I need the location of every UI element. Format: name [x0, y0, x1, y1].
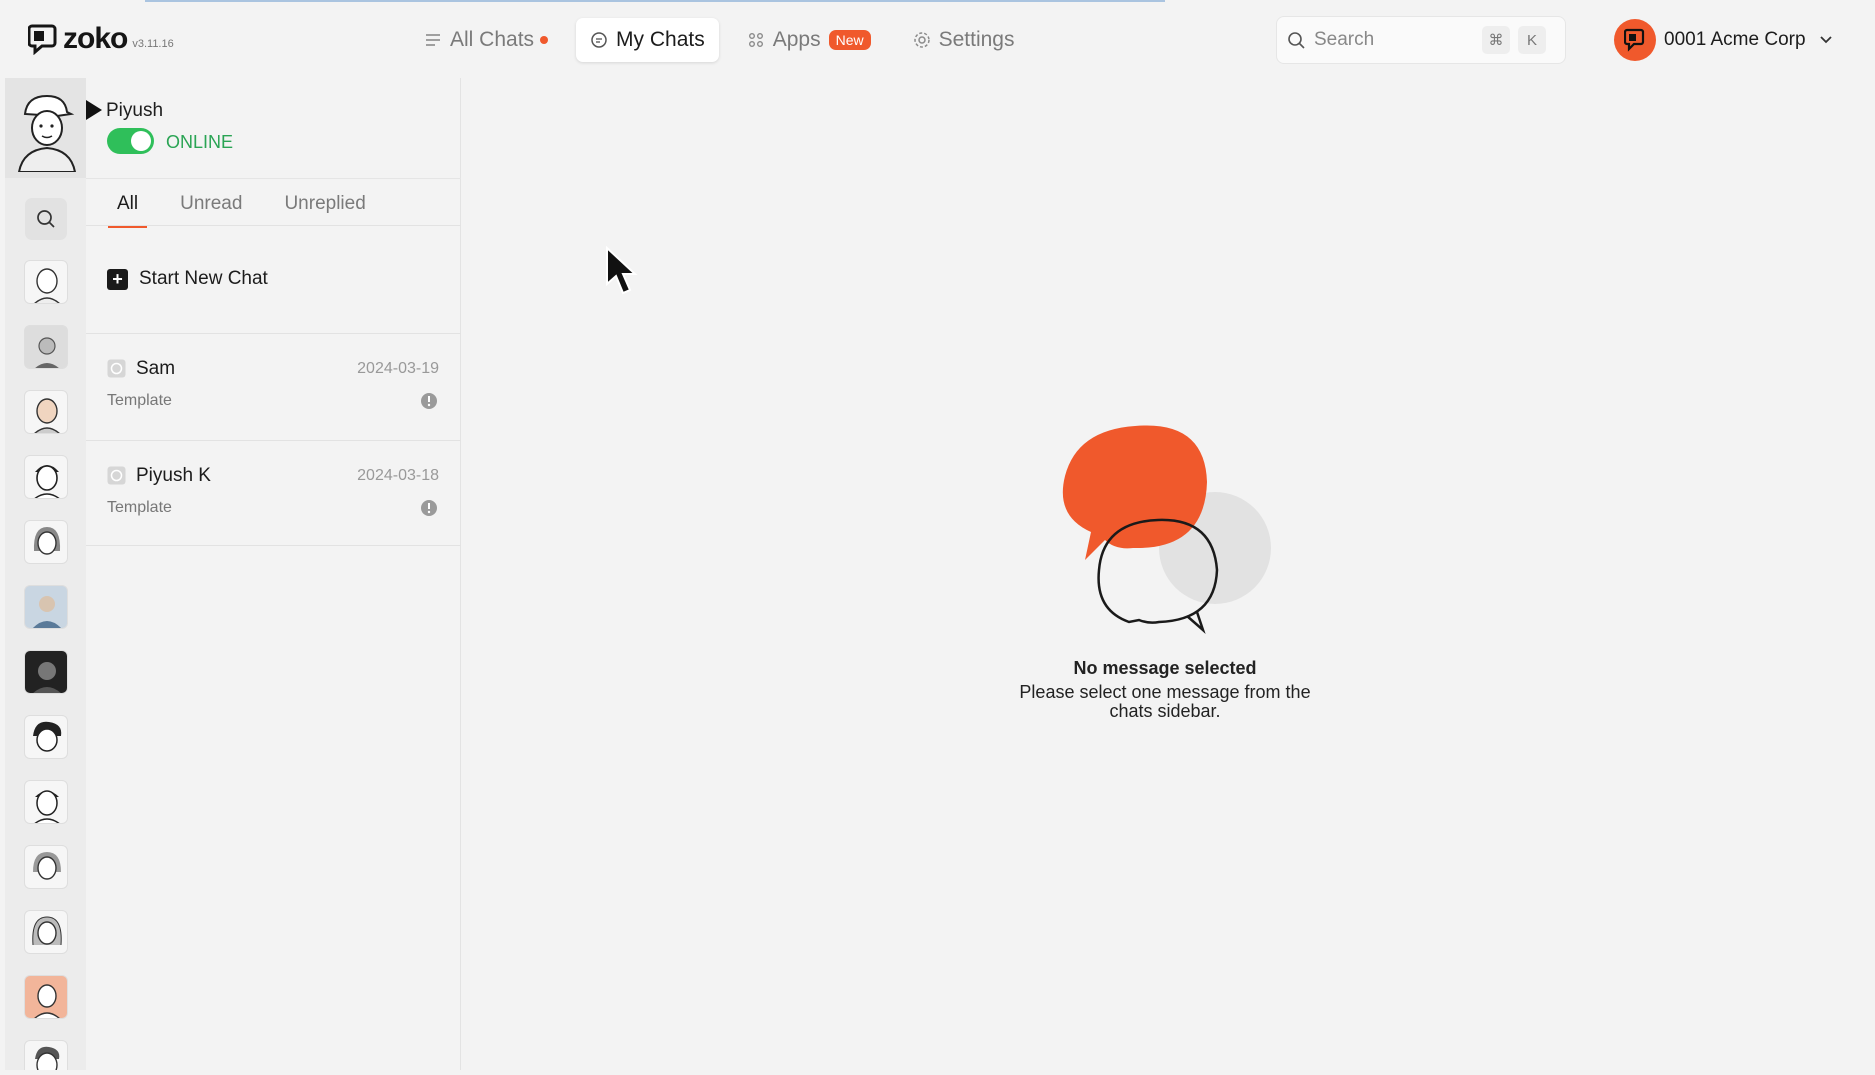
my-avatar[interactable] — [5, 78, 86, 178]
logo[interactable]: zoko v3.11.16 — [28, 22, 174, 56]
shortcut-key-k: K — [1518, 26, 1546, 54]
contact-avatar[interactable] — [23, 325, 68, 369]
chat-preview: Template — [107, 499, 172, 516]
nav-apps-label: Apps — [772, 28, 821, 51]
start-new-chat-button[interactable]: + Start New Chat — [107, 268, 268, 290]
status-text: ONLINE — [166, 132, 234, 152]
contact-avatar-list — [5, 250, 86, 1070]
account-logo-icon — [1614, 19, 1656, 61]
empty-chat-illustration-icon — [1062, 425, 1271, 634]
chat-list-panel: Piyush ONLINE All Unread Unreplied + Sta… — [86, 78, 461, 1070]
account-switcher[interactable]: 0001 Acme Corp — [1614, 19, 1834, 61]
zoko-logo-icon — [28, 24, 57, 55]
top-header: zoko v3.11.16 All Chats My Chats Apps Ne… — [0, 0, 1875, 78]
contact-avatar[interactable] — [23, 975, 68, 1019]
grid-icon — [748, 33, 763, 47]
toggle-knob — [131, 131, 151, 151]
nav-all-chats-label: All Chats — [450, 28, 535, 51]
list-icon — [426, 34, 440, 46]
app-window: zoko v3.11.16 All Chats My Chats Apps Ne… — [0, 0, 1875, 1075]
nav-settings-label: Settings — [938, 28, 1015, 51]
nav-apps[interactable]: Apps New — [733, 18, 885, 62]
plus-icon: + — [107, 268, 128, 290]
contact-avatar[interactable] — [23, 260, 68, 304]
nav-settings[interactable]: Settings — [899, 18, 1029, 62]
search-box[interactable]: ⌘ K — [1276, 16, 1566, 64]
contact-avatar[interactable] — [23, 910, 68, 954]
nav-all-chats[interactable]: All Chats — [410, 18, 562, 62]
chat-contact-name: Piyush K — [136, 465, 211, 486]
contacts-rail — [5, 78, 86, 1070]
tab-unread[interactable]: Unread — [171, 179, 251, 227]
rail-search-button[interactable] — [24, 198, 67, 240]
nav-my-chats[interactable]: My Chats — [576, 18, 719, 62]
contact-avatar[interactable] — [23, 455, 68, 499]
caret-right-icon[interactable] — [86, 100, 102, 120]
contact-avatar[interactable] — [23, 585, 68, 629]
chat-list-item[interactable]: Sam 2024-03-19 Template — [86, 333, 461, 439]
status-info-icon — [421, 393, 437, 409]
contact-avatar[interactable] — [23, 650, 68, 694]
unread-dot — [540, 36, 549, 44]
empty-state-description: Please select one message from the chats… — [1019, 682, 1311, 721]
chat-bubble-icon — [591, 32, 607, 48]
shortcut-key-cmd: ⌘ — [1482, 26, 1510, 54]
tab-all[interactable]: All — [108, 179, 148, 228]
start-new-chat-label: Start New Chat — [139, 268, 268, 289]
chat-filter-tabs: All Unread Unreplied — [86, 178, 461, 228]
chevron-down-icon — [1819, 36, 1832, 44]
contact-avatar[interactable] — [23, 845, 68, 889]
account-name: 0001 Acme Corp — [1664, 29, 1806, 50]
main-nav: All Chats My Chats Apps New Settings — [410, 18, 1043, 62]
chat-preview: Template — [107, 392, 172, 409]
nav-my-chats-label: My Chats — [616, 28, 705, 51]
whatsapp-icon — [107, 359, 126, 378]
search-icon — [36, 210, 55, 228]
chat-list-item[interactable]: Piyush K 2024-03-18 Template — [86, 440, 461, 546]
user-avatar-illustration — [17, 94, 76, 172]
empty-state-title: No message selected — [1073, 658, 1257, 678]
contact-avatar[interactable] — [23, 1040, 68, 1070]
chat-date: 2024-03-19 — [357, 360, 439, 377]
gear-icon — [913, 32, 930, 48]
contact-avatar[interactable] — [23, 520, 68, 564]
chat-contact-name: Sam — [136, 358, 176, 379]
tab-unreplied[interactable]: Unreplied — [275, 179, 374, 227]
whatsapp-icon — [107, 466, 126, 485]
contact-avatar[interactable] — [23, 715, 68, 759]
app-version: v3.11.16 — [132, 38, 174, 50]
search-input[interactable] — [1314, 29, 1474, 51]
contact-avatar[interactable] — [23, 390, 68, 434]
contact-avatar[interactable] — [23, 780, 68, 824]
search-icon — [1288, 31, 1305, 49]
user-name: Piyush — [106, 100, 164, 121]
status-info-icon — [421, 500, 437, 516]
mouse-pointer-icon — [606, 246, 638, 295]
chat-date: 2024-03-18 — [357, 467, 439, 484]
logo-text: zoko — [63, 22, 128, 55]
new-badge: New — [828, 30, 871, 50]
online-toggle[interactable] — [107, 128, 154, 154]
